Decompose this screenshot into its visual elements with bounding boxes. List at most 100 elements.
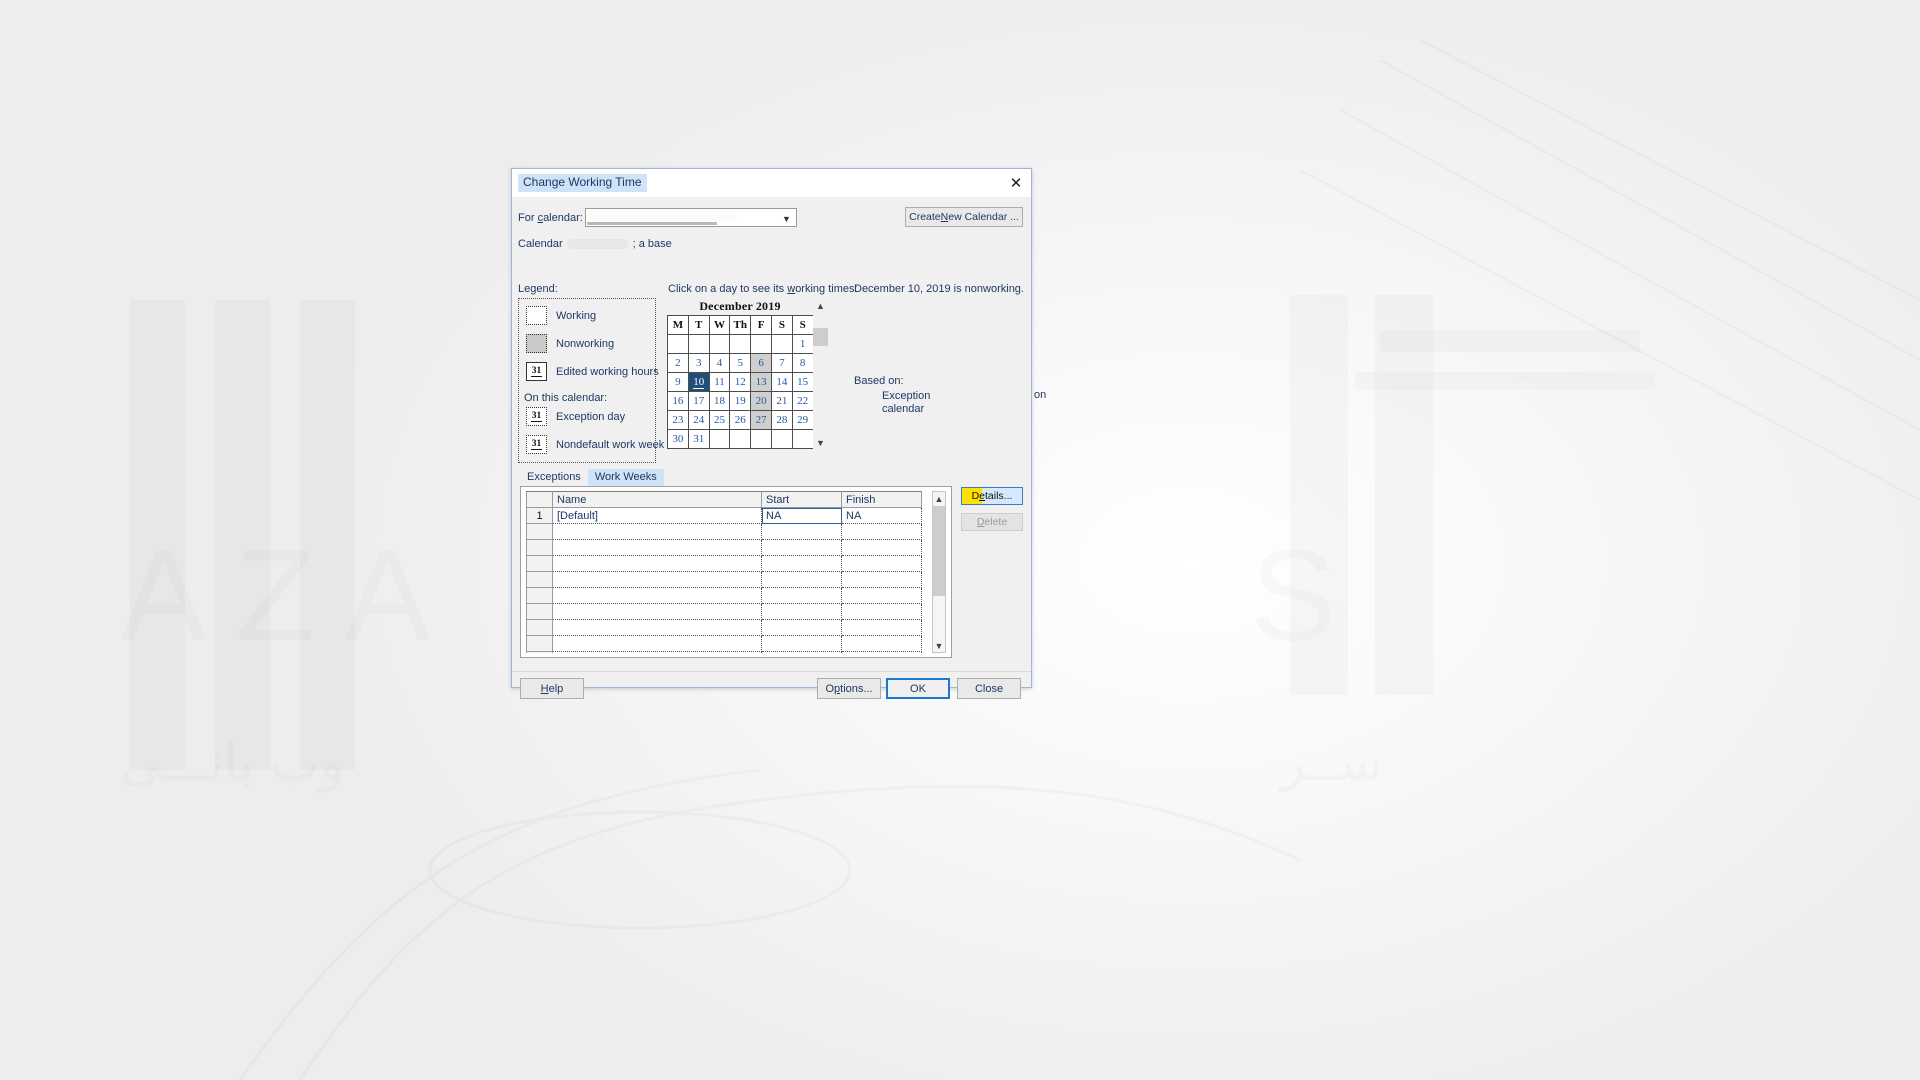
table-cell-index[interactable] — [526, 571, 553, 588]
calendar-day-cell[interactable]: 25 — [708, 410, 731, 430]
ok-button[interactable]: OK — [886, 678, 950, 699]
calendar-day-cell[interactable]: 21 — [770, 391, 793, 411]
help-button[interactable]: Help — [520, 678, 584, 699]
table-cell-name[interactable] — [552, 619, 762, 636]
close-icon[interactable]: ✕ — [1006, 173, 1026, 193]
table-cell-finish[interactable] — [841, 651, 922, 653]
table-cell-name[interactable] — [552, 571, 762, 588]
table-row[interactable] — [526, 539, 922, 556]
chevron-down-icon[interactable]: ▼ — [933, 639, 945, 652]
table-cell-finish[interactable]: NA — [841, 507, 922, 524]
chevron-down-icon[interactable]: ▼ — [780, 212, 793, 225]
calendar-day-cell[interactable]: 1 — [791, 334, 814, 354]
calendar-day-cell[interactable]: 11 — [708, 372, 731, 392]
calendar-day-cell[interactable]: 14 — [770, 372, 793, 392]
chevron-up-icon[interactable]: ▲ — [813, 298, 828, 313]
table-row[interactable] — [526, 571, 922, 588]
table-cell-start[interactable] — [761, 523, 842, 540]
calendar-day-cell[interactable]: 24 — [687, 410, 710, 430]
chevron-down-icon[interactable]: ▼ — [813, 435, 828, 450]
column-header-finish[interactable]: Finish — [841, 491, 922, 508]
table-cell-start[interactable] — [761, 555, 842, 572]
calendar-day-cell[interactable]: 20 — [750, 391, 772, 411]
calendar-grid[interactable]: M T W Th F S S 1 2 3 4 5 6 7 8 9 10 11 12 13 14 15 16 17… — [667, 315, 814, 449]
column-header-start[interactable]: Start — [761, 491, 842, 508]
table-cell-finish[interactable] — [841, 539, 922, 556]
table-cell-finish[interactable] — [841, 635, 922, 652]
table-cell-finish[interactable] — [841, 571, 922, 588]
table-cell-name[interactable] — [552, 587, 762, 604]
calendar-day-cell[interactable]: 19 — [729, 391, 752, 411]
table-cell-name[interactable] — [552, 555, 762, 572]
table-cell-start[interactable] — [761, 587, 842, 604]
calendar-day-cell[interactable]: 4 — [708, 353, 731, 373]
work-weeks-table[interactable]: Name Start Finish 1 [Default] NA NA — [526, 491, 922, 653]
table-cell-index[interactable] — [526, 603, 553, 620]
table-cell-index[interactable] — [526, 587, 553, 604]
table-row[interactable] — [526, 619, 922, 636]
table-cell-name[interactable] — [552, 539, 762, 556]
table-cell-start[interactable] — [761, 539, 842, 556]
close-button[interactable]: Close — [957, 678, 1021, 699]
calendar-day-cell[interactable]: 23 — [667, 410, 689, 430]
calendar-day-cell[interactable]: 28 — [770, 410, 793, 430]
calendar-day-cell[interactable]: 12 — [729, 372, 752, 392]
calendar-day-cell[interactable]: 16 — [667, 391, 689, 411]
calendar-day-cell[interactable]: 6 — [750, 353, 772, 373]
table-row[interactable] — [526, 603, 922, 620]
for-calendar-combobox[interactable]: ▼ — [585, 208, 797, 227]
table-row[interactable] — [526, 651, 922, 653]
calendar-day-cell[interactable]: 3 — [687, 353, 710, 373]
create-new-calendar-button[interactable]: Create New Calendar ... — [905, 207, 1023, 227]
table-cell-index[interactable] — [526, 555, 553, 572]
table-cell-finish[interactable] — [841, 587, 922, 604]
calendar-day-cell[interactable]: 10 — [687, 372, 710, 392]
table-cell-finish[interactable] — [841, 619, 922, 636]
table-cell-name[interactable] — [552, 603, 762, 620]
table-row[interactable] — [526, 635, 922, 652]
calendar-day-cell[interactable]: 30 — [667, 429, 689, 449]
table-cell-start[interactable] — [761, 651, 842, 653]
table-cell-name[interactable]: [Default] — [552, 507, 762, 524]
grid-scrollbar[interactable]: ▲ ▼ — [932, 491, 946, 653]
table-cell-finish[interactable] — [841, 603, 922, 620]
table-cell-index[interactable] — [526, 651, 553, 653]
table-cell-name[interactable] — [552, 523, 762, 540]
calendar-day-cell[interactable]: 13 — [750, 372, 772, 392]
table-cell-index[interactable] — [526, 619, 553, 636]
calendar-scroll-thumb[interactable] — [813, 328, 828, 346]
calendar-day-cell[interactable]: 29 — [791, 410, 814, 430]
calendar-day-cell[interactable]: 5 — [729, 353, 752, 373]
table-row[interactable] — [526, 555, 922, 572]
table-cell-index[interactable] — [526, 635, 553, 652]
calendar-scrollbar[interactable]: ▲ ▼ — [813, 298, 828, 450]
grid-scroll-thumb[interactable] — [933, 506, 945, 596]
calendar-day-cell[interactable]: 15 — [791, 372, 814, 392]
column-header-name[interactable]: Name — [552, 491, 762, 508]
calendar-day-cell[interactable]: 27 — [750, 410, 772, 430]
calendar-day-cell[interactable]: 26 — [729, 410, 752, 430]
options-button[interactable]: Options... — [817, 678, 881, 699]
details-button[interactable]: Details... — [961, 487, 1023, 505]
calendar-day-cell[interactable]: 8 — [791, 353, 814, 373]
table-row[interactable]: 1 [Default] NA NA — [526, 507, 922, 524]
calendar-day-cell[interactable]: 2 — [667, 353, 689, 373]
table-cell-name[interactable] — [552, 651, 762, 653]
calendar-day-cell[interactable]: 31 — [687, 429, 710, 449]
table-cell-name[interactable] — [552, 635, 762, 652]
chevron-up-icon[interactable]: ▲ — [933, 492, 945, 505]
table-row[interactable] — [526, 523, 922, 540]
tab-work-weeks[interactable]: Work Weeks — [587, 469, 664, 486]
calendar-day-cell[interactable]: 9 — [667, 372, 689, 392]
table-cell-finish[interactable] — [841, 523, 922, 540]
table-cell-start[interactable] — [761, 571, 842, 588]
calendar-day-cell[interactable]: 17 — [687, 391, 710, 411]
table-row[interactable] — [526, 587, 922, 604]
column-header-index[interactable] — [526, 491, 553, 508]
calendar-day-cell[interactable]: 18 — [708, 391, 731, 411]
table-cell-start[interactable]: NA — [761, 507, 842, 524]
tab-exceptions[interactable]: Exceptions — [520, 469, 588, 486]
table-cell-index[interactable] — [526, 523, 553, 540]
table-cell-start[interactable] — [761, 635, 842, 652]
calendar-day-cell[interactable]: 22 — [791, 391, 814, 411]
